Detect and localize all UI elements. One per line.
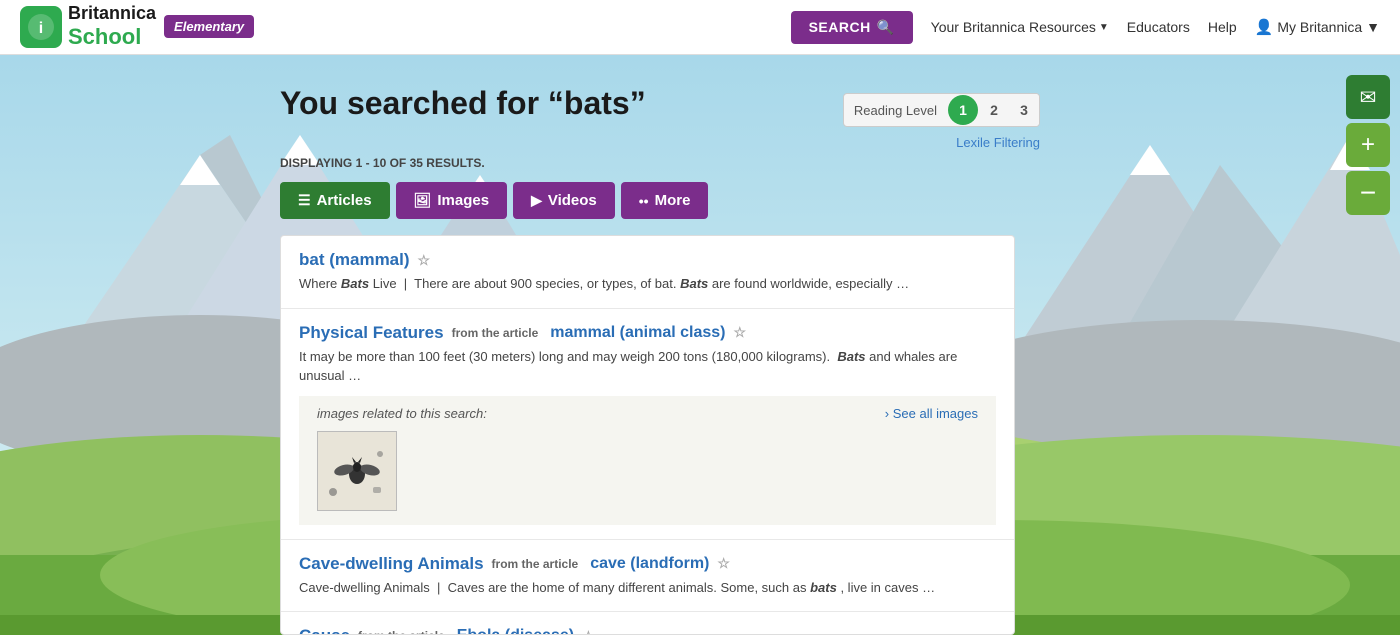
- help-link[interactable]: Help: [1208, 19, 1237, 35]
- images-section: images related to this search: › See all…: [299, 396, 996, 525]
- physical-features-link[interactable]: Physical Features: [299, 323, 444, 343]
- mammal-article-link[interactable]: mammal (animal class): [550, 324, 725, 342]
- email-tool-button[interactable]: ✉: [1346, 75, 1390, 119]
- result-item-4: Cause from the article Ebola (disease) ☆…: [281, 612, 1014, 635]
- search-button-label: SEARCH: [809, 19, 871, 35]
- result-title-4: Cause from the article Ebola (disease) ☆: [299, 626, 996, 635]
- result-snippet-3: Cave-dwelling Animals | Caves are the ho…: [299, 578, 996, 598]
- reading-level-area: Reading Level 1 2 3 Lexile Filtering: [843, 85, 1040, 150]
- images-icon: 🖼: [414, 192, 432, 209]
- filter-buttons: ☰ Articles 🖼 Images ▶ Videos •• More: [280, 182, 708, 219]
- reading-level-1[interactable]: 1: [948, 95, 978, 125]
- thumbnail-svg: [318, 432, 396, 510]
- star-icon-2[interactable]: ☆: [733, 324, 746, 341]
- result-item-1: bat (mammal) ☆ Where Bats Live | There a…: [281, 236, 1014, 309]
- result-snippet-2: It may be more than 100 feet (30 meters)…: [299, 347, 996, 386]
- reading-level-label: Reading Level: [844, 97, 947, 124]
- minus-icon: −: [1360, 177, 1376, 209]
- result-header: You searched for “bats” Reading Level 1 …: [280, 85, 1040, 150]
- cave-article-from: from the article: [492, 557, 579, 571]
- sidebar-tools: ✉ + −: [1346, 75, 1390, 215]
- star-icon-3[interactable]: ☆: [717, 555, 730, 572]
- star-icon-1[interactable]: ☆: [418, 252, 431, 269]
- result-item-2: Physical Features from the article mamma…: [281, 309, 1014, 540]
- result-title-3: Cave-dwelling Animals from the article c…: [299, 554, 996, 574]
- header-nav: SEARCH 🔍 Your Britannica Resources ▼ Edu…: [791, 11, 1380, 44]
- resources-dropdown[interactable]: Your Britannica Resources ▼: [931, 19, 1109, 35]
- result-snippet-1: Where Bats Live | There are about 900 sp…: [299, 274, 996, 294]
- videos-filter-button[interactable]: ▶ Videos: [513, 182, 615, 219]
- plus-icon: +: [1361, 131, 1375, 159]
- search-icon: 🔍: [877, 19, 895, 36]
- site-header: i Britannica School Elementary SEARCH 🔍 …: [0, 0, 1400, 55]
- reading-level-numbers: 1 2 3: [947, 94, 1039, 126]
- articles-filter-button[interactable]: ☰ Articles: [280, 182, 390, 219]
- more-icon: ••: [639, 193, 649, 209]
- search-button[interactable]: SEARCH 🔍: [791, 11, 913, 44]
- educators-link[interactable]: Educators: [1127, 19, 1190, 35]
- ebola-article-link[interactable]: Ebola (disease): [457, 627, 574, 635]
- article-from-label: from the article: [452, 326, 539, 340]
- dropdown-arrow-icon: ▼: [1099, 22, 1109, 33]
- reading-level-2[interactable]: 2: [979, 94, 1009, 126]
- main-scene: You searched for “bats” Reading Level 1 …: [0, 55, 1400, 635]
- articles-icon: ☰: [298, 192, 311, 209]
- cave-article-link[interactable]: cave (landform): [590, 555, 709, 573]
- image-thumbnail[interactable]: [317, 431, 397, 511]
- images-filter-button[interactable]: 🖼 Images: [396, 182, 507, 219]
- result-title-2: Physical Features from the article mamma…: [299, 323, 996, 343]
- cave-dwelling-link[interactable]: Cave-dwelling Animals: [299, 554, 484, 574]
- results-panel: bat (mammal) ☆ Where Bats Live | There a…: [280, 235, 1015, 635]
- search-title: You searched for “bats”: [280, 85, 646, 122]
- mail-icon: ✉: [1360, 85, 1377, 110]
- svg-text:i: i: [39, 20, 43, 37]
- person-icon: 👤: [1255, 18, 1274, 36]
- logo-badge: Elementary: [164, 15, 254, 38]
- content-overlay: You searched for “bats” Reading Level 1 …: [0, 55, 1400, 635]
- images-section-header: images related to this search: › See all…: [317, 406, 978, 421]
- ebola-article-from: from the article: [358, 629, 445, 635]
- logo-area: i Britannica School Elementary: [20, 4, 254, 50]
- lexile-filtering-link[interactable]: Lexile Filtering: [956, 135, 1040, 150]
- logo[interactable]: i Britannica School: [20, 4, 156, 50]
- images-label: images related to this search:: [317, 406, 487, 421]
- logo-icon: i: [20, 6, 62, 48]
- star-icon-4[interactable]: ☆: [582, 628, 595, 635]
- my-britannica-dropdown[interactable]: 👤 My Britannica ▼: [1255, 18, 1380, 36]
- see-all-images-link[interactable]: › See all images: [885, 406, 978, 421]
- videos-icon: ▶: [531, 192, 542, 209]
- my-britannica-arrow-icon: ▼: [1366, 19, 1380, 35]
- displaying-text: DISPLAYING 1 - 10 OF 35 RESULTS.: [280, 156, 485, 170]
- zoom-in-button[interactable]: +: [1346, 123, 1390, 167]
- more-filter-button[interactable]: •• More: [621, 182, 709, 219]
- reading-level-3[interactable]: 3: [1009, 94, 1039, 126]
- reading-level-widget: Reading Level 1 2 3: [843, 93, 1040, 127]
- logo-text: Britannica School: [68, 4, 156, 50]
- zoom-out-button[interactable]: −: [1346, 171, 1390, 215]
- cause-link[interactable]: Cause: [299, 626, 350, 635]
- result-title-1[interactable]: bat (mammal) ☆: [299, 250, 996, 270]
- result-item-3: Cave-dwelling Animals from the article c…: [281, 540, 1014, 613]
